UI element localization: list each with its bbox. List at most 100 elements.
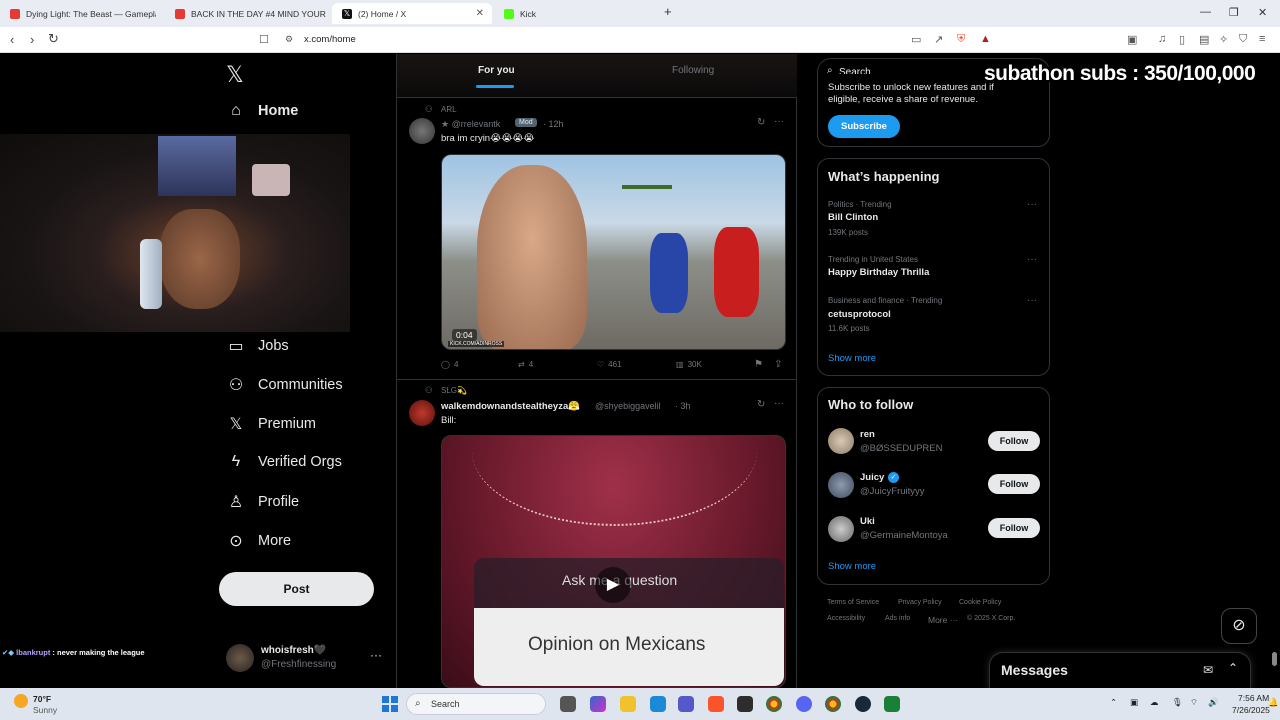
expand-icon[interactable]: ⌃ bbox=[1228, 661, 1238, 675]
tweet-video[interactable]: Ask me a question Opinion on Mexicans ▶ bbox=[441, 435, 786, 688]
tweet-handle[interactable]: @shyebiggavelil bbox=[595, 401, 661, 411]
suggestion-avatar[interactable] bbox=[828, 428, 854, 454]
post-button[interactable]: Post bbox=[219, 572, 374, 606]
share-icon[interactable]: ↗ bbox=[934, 33, 943, 46]
tweet-more-icon[interactable]: ··· bbox=[774, 116, 784, 127]
wifi-icon[interactable]: ⌔ bbox=[1190, 697, 1198, 708]
suggestion-avatar[interactable] bbox=[828, 516, 854, 542]
account-menu-icon[interactable]: ··· bbox=[370, 648, 382, 662]
clock-time[interactable]: 7:56 AM bbox=[1238, 693, 1269, 703]
grok-button-icon[interactable]: ⊘ bbox=[1221, 608, 1257, 644]
tab-search-icon[interactable]: ▣ bbox=[1127, 33, 1137, 46]
tab-following[interactable]: Following bbox=[672, 65, 714, 76]
tray-overflow-icon[interactable]: ⌃ bbox=[1110, 697, 1117, 708]
media-icon[interactable]: ♫ bbox=[1158, 33, 1166, 45]
nav-premium[interactable]: 𝕏 Premium bbox=[226, 414, 316, 434]
minimize-icon[interactable]: — bbox=[1200, 6, 1211, 18]
share-tweet-icon[interactable]: ⇪ bbox=[774, 359, 782, 370]
footer-cookie[interactable]: Cookie Policy bbox=[959, 599, 1001, 606]
tray-app-icon[interactable]: ▣ bbox=[1130, 697, 1138, 708]
tweet-1[interactable]: ⚇ ARL ★ @rrelevantk Mod · 12h ↻ ··· bra … bbox=[397, 100, 797, 380]
back-icon[interactable]: ‹ bbox=[10, 32, 14, 47]
footer-ads-info[interactable]: Ads info bbox=[885, 615, 910, 622]
microphone-icon[interactable]: 🎙 bbox=[1172, 697, 1183, 708]
close-tab-icon[interactable]: ✕ bbox=[476, 8, 484, 19]
page-scrollbar[interactable] bbox=[1272, 652, 1277, 666]
clock-date[interactable]: 7/26/2025 bbox=[1232, 705, 1270, 715]
wallet-icon[interactable]: ▤ bbox=[1199, 33, 1209, 46]
brave-icon[interactable] bbox=[708, 696, 724, 712]
bookmark-icon[interactable]: ☐ bbox=[259, 33, 269, 46]
leo-ai-icon[interactable]: ✧ bbox=[1219, 33, 1228, 46]
nav-verified-orgs[interactable]: ϟ Verified Orgs bbox=[226, 453, 342, 471]
nav-communities[interactable]: ⚇ Communities bbox=[226, 375, 343, 395]
follow-button[interactable]: Follow bbox=[988, 431, 1040, 451]
play-icon[interactable]: ▶ bbox=[595, 567, 631, 603]
grok-icon[interactable]: ↻ bbox=[757, 117, 765, 128]
new-tab-button[interactable]: + bbox=[664, 4, 672, 19]
follow-button[interactable]: Follow bbox=[988, 518, 1040, 538]
footer-privacy[interactable]: Privacy Policy bbox=[898, 599, 942, 606]
account-avatar[interactable] bbox=[226, 644, 254, 672]
steam-icon[interactable] bbox=[855, 696, 871, 712]
suggestion-name[interactable]: Juicy bbox=[860, 472, 884, 483]
browser-tab-x-home[interactable]: 𝕏 (2) Home / X ✕ bbox=[332, 3, 492, 24]
suggestion-name[interactable]: Uki bbox=[860, 516, 875, 527]
excel-icon[interactable] bbox=[884, 696, 900, 712]
file-explorer-icon[interactable] bbox=[620, 696, 636, 712]
footer-more[interactable]: More ··· bbox=[928, 615, 958, 625]
task-view-icon[interactable] bbox=[560, 696, 576, 712]
views-action[interactable]: ▥ 30K bbox=[676, 360, 702, 369]
chrome-icon[interactable] bbox=[825, 696, 841, 712]
url-field[interactable]: x.com/home bbox=[304, 34, 356, 45]
tab-for-you[interactable]: For you bbox=[478, 65, 515, 76]
grok-icon[interactable]: ↻ bbox=[757, 399, 765, 410]
brave-shield-icon[interactable]: ⛨ bbox=[957, 33, 965, 46]
trends-show-more[interactable]: Show more bbox=[828, 353, 876, 364]
tweet-avatar[interactable] bbox=[409, 118, 435, 144]
tweet-more-icon[interactable]: ··· bbox=[774, 398, 784, 409]
vpn-icon[interactable]: ⛉ bbox=[1239, 33, 1247, 46]
teams-icon[interactable] bbox=[678, 696, 694, 712]
weather-icon[interactable] bbox=[14, 694, 28, 708]
volume-icon[interactable]: 🔊 bbox=[1208, 697, 1219, 708]
trend-more-icon[interactable]: ··· bbox=[1027, 254, 1037, 265]
tweet-handle[interactable]: ★ @rrelevantk bbox=[441, 119, 500, 130]
tweet-name[interactable]: walkemdownandstealtheyza😤 bbox=[441, 401, 580, 412]
site-info-icon[interactable]: ⚙ bbox=[285, 34, 293, 45]
footer-accessibility[interactable]: Accessibility bbox=[827, 615, 865, 622]
messages-drawer[interactable]: Messages ✉ ⌃ bbox=[989, 652, 1251, 688]
footer-terms[interactable]: Terms of Service bbox=[827, 599, 879, 606]
community-name[interactable]: SLG💫 bbox=[441, 386, 467, 395]
windows-start-icon[interactable] bbox=[382, 696, 398, 712]
follow-button[interactable]: Follow bbox=[988, 474, 1040, 494]
nav-more[interactable]: ⊙ More bbox=[226, 531, 291, 551]
browser-tab-dying-light[interactable]: Dying Light: The Beast — Gameplay bbox=[0, 3, 165, 24]
copilot-icon[interactable] bbox=[590, 696, 606, 712]
suggestion-avatar[interactable] bbox=[828, 472, 854, 498]
restore-icon[interactable]: ❐ bbox=[1229, 6, 1239, 19]
trend-more-icon[interactable]: ··· bbox=[1027, 199, 1037, 210]
brave-rewards-icon[interactable]: ▲ bbox=[980, 33, 991, 45]
app-icon[interactable] bbox=[737, 696, 753, 712]
onedrive-icon[interactable]: ☁ bbox=[1150, 697, 1159, 708]
reload-icon[interactable]: ↻ bbox=[48, 31, 59, 47]
sidebar-icon[interactable]: ▯ bbox=[1179, 33, 1185, 46]
tweet-avatar[interactable] bbox=[409, 400, 435, 426]
cast-icon[interactable]: ▭ bbox=[911, 33, 921, 46]
reply-action[interactable]: ◯ 4 bbox=[441, 360, 458, 369]
follow-show-more[interactable]: Show more bbox=[828, 561, 876, 572]
repost-action[interactable]: ⇄ 4 bbox=[518, 360, 533, 369]
discord-icon[interactable] bbox=[796, 696, 812, 712]
community-name[interactable]: ARL bbox=[441, 105, 457, 114]
trend-more-icon[interactable]: ··· bbox=[1027, 295, 1037, 306]
browser-tab-back-in-the-day[interactable]: BACK IN THE DAY #4 MIND YOUR C bbox=[165, 3, 330, 24]
close-window-icon[interactable]: ✕ bbox=[1258, 6, 1267, 19]
nav-profile[interactable]: ♙ Profile bbox=[226, 492, 299, 512]
browser-tab-kick[interactable]: Kick bbox=[494, 3, 656, 24]
edge-icon[interactable] bbox=[650, 696, 666, 712]
forward-icon[interactable]: › bbox=[30, 32, 34, 47]
nav-home[interactable]: ⌂ Home bbox=[226, 102, 298, 120]
subscribe-button[interactable]: Subscribe bbox=[828, 115, 900, 138]
menu-icon[interactable]: ≡ bbox=[1259, 33, 1265, 45]
